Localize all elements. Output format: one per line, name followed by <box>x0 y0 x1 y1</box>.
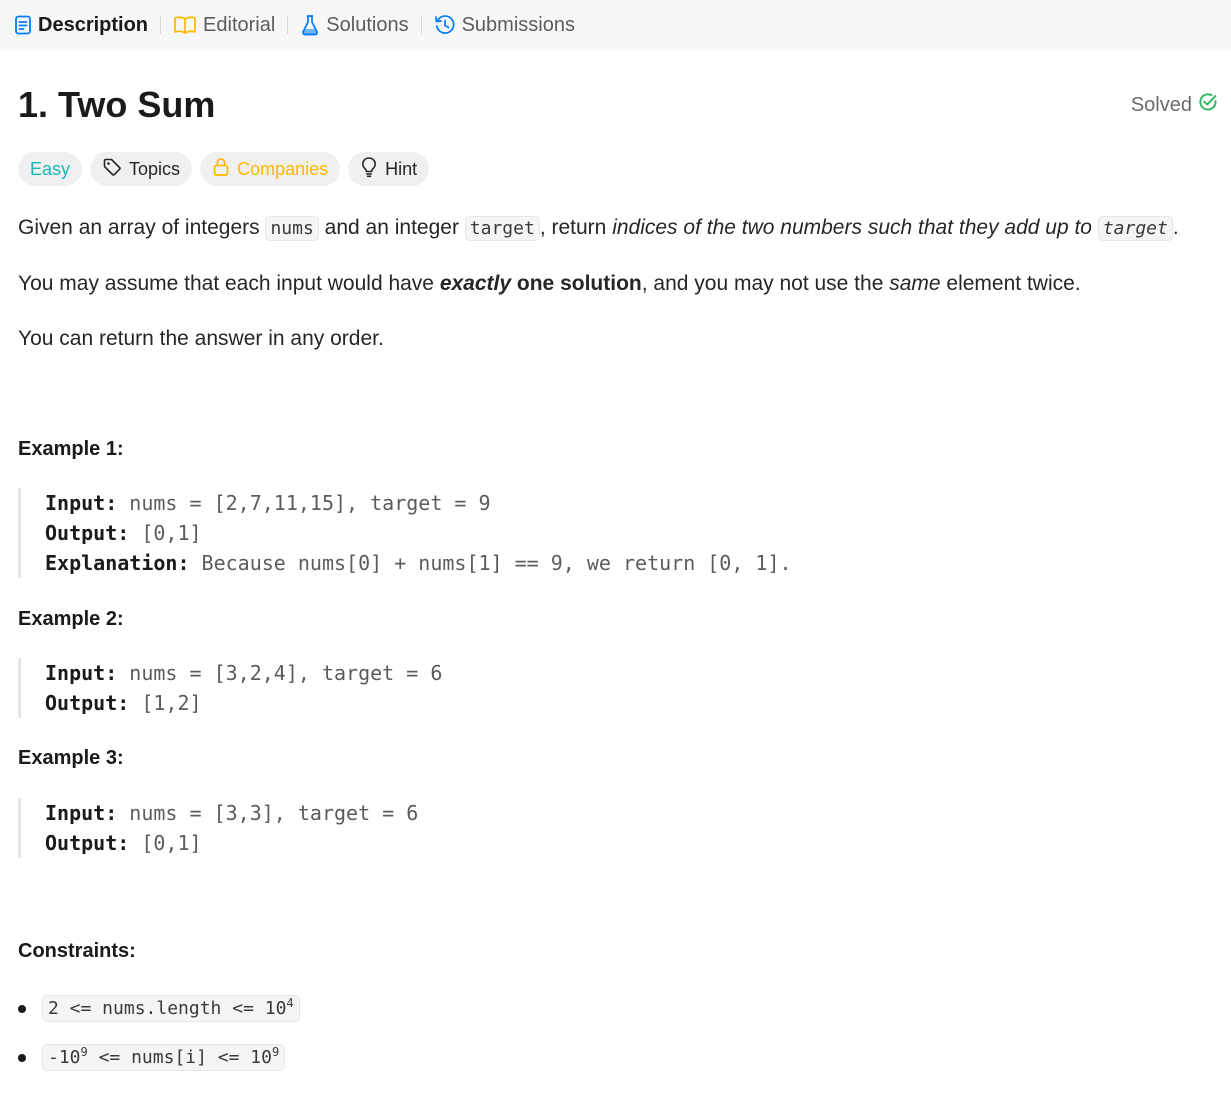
example-input-label: Input: <box>45 801 118 825</box>
example-output-label: Output: <box>45 691 130 715</box>
text: You may assume that each input would hav… <box>18 272 440 295</box>
example-input-label: Input: <box>45 661 118 685</box>
difficulty-label: Easy <box>30 158 71 179</box>
tab-solutions-label: Solutions <box>326 13 409 36</box>
text: . <box>1172 216 1179 239</box>
problem-tags: Easy Topics Companies Hint <box>18 152 430 186</box>
example-input-label: Input: <box>45 491 118 515</box>
bullet <box>18 1004 26 1013</box>
constraints-heading: Constraints: <box>18 940 136 962</box>
tab-editorial[interactable]: Editorial <box>173 0 275 50</box>
example-block: Input: nums = [3,3], target = 6 Output: [… <box>18 798 418 858</box>
tab-editorial-label: Editorial <box>203 13 276 36</box>
text: element twice. <box>940 272 1081 295</box>
description-icon <box>14 15 32 35</box>
constraint-code: 2 <= nums.length <= 104 <box>42 995 300 1022</box>
topics-label: Topics <box>129 158 181 179</box>
example-heading: Example 1: <box>18 438 124 460</box>
example-output: [0,1] <box>141 521 202 545</box>
example-output-label: Output: <box>45 521 130 545</box>
description-paragraph: You can return the answer in any order. <box>18 327 384 350</box>
text: and an integer <box>318 216 465 239</box>
check-circle-icon <box>1198 92 1218 118</box>
companies-label: Companies <box>237 158 329 179</box>
example-output: [0,1] <box>141 831 202 855</box>
example-input: nums = [3,3], target = 6 <box>129 801 419 825</box>
lock-icon <box>212 157 230 182</box>
tab-divider <box>287 16 289 34</box>
book-icon <box>173 15 197 35</box>
constraint-item: -109 <= nums[i] <= 109 <box>18 1044 286 1071</box>
example-explanation: Because nums[0] + nums[1] == 9, we retur… <box>201 551 792 575</box>
constraint-code: -109 <= nums[i] <= 109 <box>42 1044 286 1071</box>
constraint-text: -10 <box>48 1047 81 1068</box>
flask-icon <box>300 14 320 36</box>
text: , return <box>539 216 613 239</box>
tag-icon <box>102 157 122 182</box>
tab-divider <box>160 16 162 34</box>
solved-status: Solved <box>1131 92 1218 118</box>
strong-emphasis-text: exactly <box>439 272 512 295</box>
example-block: Input: nums = [3,2,4], target = 6 Output:… <box>18 658 442 718</box>
emphasis-text: indices of the two numbers such that the… <box>612 216 1092 239</box>
hint-button[interactable]: Hint <box>348 152 430 186</box>
difficulty-badge[interactable]: Easy <box>18 152 83 186</box>
example-block: Input: nums = [2,7,11,15], target = 9 Out… <box>18 488 792 578</box>
tab-submissions-label: Submissions <box>461 13 575 36</box>
description-paragraph: You may assume that each input would hav… <box>18 270 1081 298</box>
tab-description-label: Description <box>38 13 149 36</box>
hint-label: Hint <box>385 158 418 179</box>
example-output: [1,2] <box>141 691 202 715</box>
inline-code: nums <box>265 216 319 241</box>
tab-divider <box>420 16 422 34</box>
text: , and you may not use the <box>641 272 890 295</box>
history-icon <box>434 14 456 36</box>
topics-button[interactable]: Topics <box>90 152 193 186</box>
strong-text: one solution <box>511 272 642 295</box>
lightbulb-icon <box>360 156 378 183</box>
text: Given an array of integers <box>18 216 266 239</box>
bullet <box>18 1053 26 1062</box>
text <box>1092 216 1098 239</box>
tab-bar: Description Editorial Solutions Submissi… <box>0 0 1231 50</box>
exponent: 9 <box>80 1045 88 1059</box>
tab-description[interactable]: Description <box>14 0 148 50</box>
exponent: 9 <box>271 1045 280 1059</box>
constraint-item: 2 <= nums.length <= 104 <box>18 995 300 1022</box>
problem-title: 1. Two Sum <box>18 84 216 125</box>
example-input: nums = [3,2,4], target = 6 <box>129 661 443 685</box>
description-paragraph: Given an array of integers nums and an i… <box>18 214 1179 243</box>
exponent: 4 <box>286 996 294 1010</box>
companies-button[interactable]: Companies <box>200 152 341 186</box>
inline-code: target <box>1097 216 1173 241</box>
example-heading: Example 3: <box>18 747 124 769</box>
inline-code: target <box>464 216 540 241</box>
example-explanation-label: Explanation: <box>45 551 190 575</box>
tab-solutions[interactable]: Solutions <box>300 0 409 50</box>
example-input: nums = [2,7,11,15], target = 9 <box>129 491 491 515</box>
example-heading: Example 2: <box>18 608 124 630</box>
emphasis-text: same <box>889 272 941 295</box>
solved-label: Solved <box>1130 93 1192 116</box>
example-output-label: Output: <box>45 831 130 855</box>
constraint-text: 2 <= nums.length <= 10 <box>48 998 287 1019</box>
tab-submissions[interactable]: Submissions <box>434 0 575 50</box>
constraint-text: <= nums[i] <= 10 <box>87 1047 272 1068</box>
